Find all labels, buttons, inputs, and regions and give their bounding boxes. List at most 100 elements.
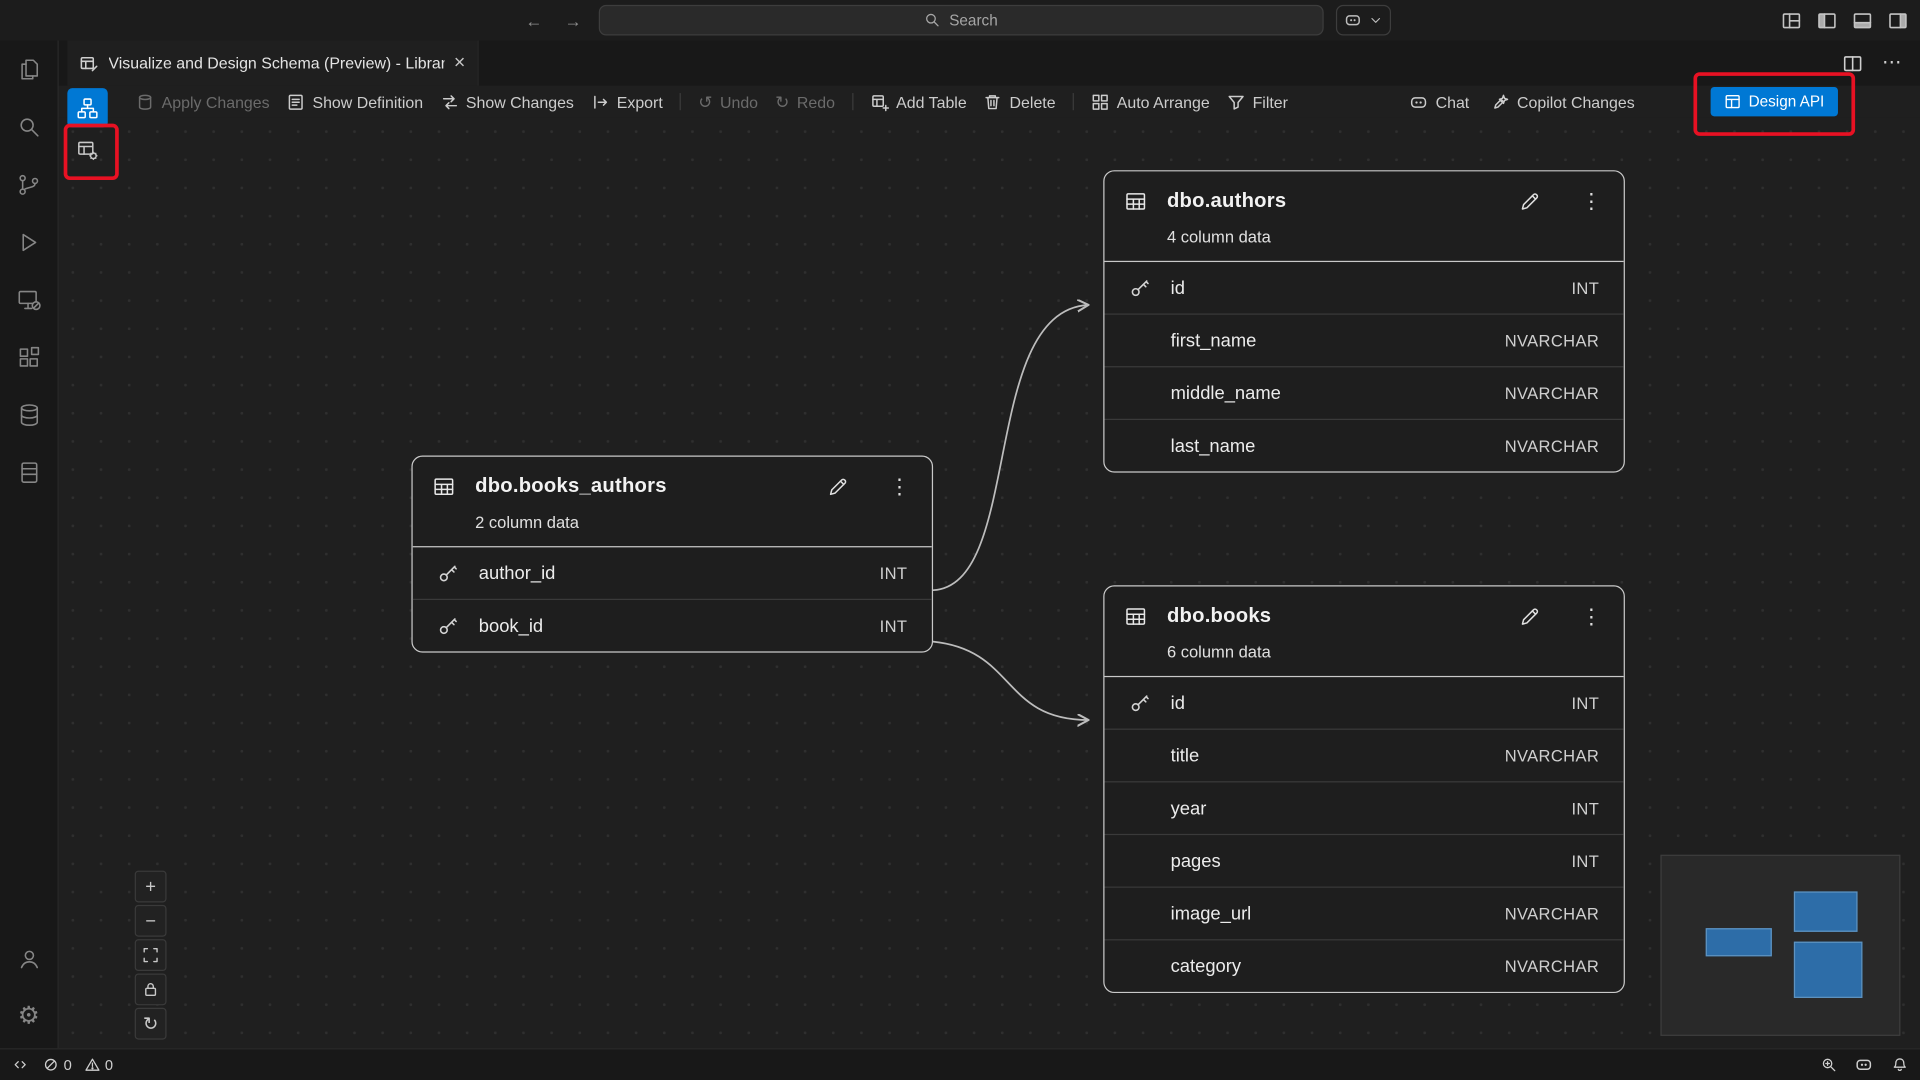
table-card-books[interactable]: dbo.books ⋮ 6 column data id INT [1103, 585, 1625, 993]
minimap-authors-rect [1794, 891, 1858, 931]
column-name: pages [1171, 850, 1221, 871]
delete-button[interactable]: Delete [975, 89, 1064, 115]
table-menu-icon[interactable]: ⋮ [1581, 191, 1602, 212]
database-apply-icon [136, 92, 154, 110]
chat-button[interactable]: Chat [1401, 89, 1477, 115]
notifications-bell-icon[interactable] [1892, 1057, 1908, 1073]
auto-arrange-icon [1091, 92, 1109, 110]
zoom-status-icon[interactable] [1821, 1057, 1837, 1073]
filter-icon [1227, 92, 1245, 110]
table-settings-button[interactable] [67, 130, 107, 169]
editor-more-actions-icon[interactable]: ⋯ [1882, 53, 1902, 73]
copilot-changes-label: Copilot Changes [1517, 92, 1635, 110]
table-row[interactable]: middle_name NVARCHAR [1104, 366, 1623, 419]
copilot-changes-button[interactable]: Copilot Changes [1483, 89, 1644, 115]
search-label: Search [949, 12, 998, 29]
show-definition-label: Show Definition [312, 92, 423, 110]
diagram-minimap[interactable] [1660, 855, 1900, 1036]
table-gear-icon [76, 138, 99, 161]
fit-view-button[interactable] [135, 939, 167, 971]
design-api-button[interactable]: Design API [1711, 87, 1838, 116]
schema-designer-icon[interactable] [14, 458, 43, 487]
apply-changes-button[interactable]: Apply Changes [127, 89, 278, 115]
schema-designer-surface: Apply Changes Show Definition Show Chang… [59, 86, 1920, 1048]
table-row[interactable]: last_name NVARCHAR [1104, 419, 1623, 472]
redo-label: Redo [797, 92, 835, 110]
toggle-sidebar-right-button[interactable] [1888, 10, 1908, 30]
remote-explorer-icon[interactable] [14, 285, 43, 314]
table-row[interactable]: id INT [1104, 677, 1623, 728]
extensions-icon[interactable] [14, 343, 43, 372]
remote-indicator-icon[interactable] [12, 1057, 28, 1073]
minus-icon: − [145, 912, 156, 930]
table-card-books-authors[interactable]: dbo.books_authors ⋮ 2 column data author… [411, 456, 933, 653]
toggle-panel-button[interactable] [1853, 10, 1873, 30]
copilot-chat-icon [1344, 11, 1362, 29]
relationship-connectors [59, 118, 1920, 1049]
show-definition-button[interactable]: Show Definition [278, 89, 431, 115]
designer-toolbar: Apply Changes Show Definition Show Chang… [59, 86, 1920, 118]
vscode-window: ← → Search [0, 0, 1920, 1080]
table-row[interactable]: author_id INT [413, 547, 932, 598]
lock-canvas-button[interactable] [135, 973, 167, 1005]
column-name: id [1171, 277, 1185, 298]
settings-gear-icon[interactable]: ⚙ [14, 1002, 43, 1031]
minimap-books-rect [1794, 942, 1863, 998]
database-icon[interactable] [14, 400, 43, 429]
copilot-status-icon[interactable] [1855, 1056, 1873, 1074]
toggle-sidebar-left-button[interactable] [1817, 10, 1837, 30]
tab-close-icon[interactable]: × [454, 53, 465, 73]
tab-schema-designer[interactable]: Visualize and Design Schema (Preview) - … [67, 40, 478, 85]
zoom-out-button[interactable]: − [135, 905, 167, 937]
sparkle-icon [1491, 92, 1509, 110]
lock-icon [142, 981, 159, 998]
toolbar-separator [1073, 93, 1074, 110]
edit-table-icon[interactable] [1518, 605, 1541, 628]
table-name: dbo.authors [1167, 190, 1286, 213]
filter-button[interactable]: Filter [1218, 89, 1296, 115]
account-icon[interactable] [14, 944, 43, 973]
toolbar-separator [852, 93, 853, 110]
column-type: NVARCHAR [1505, 384, 1599, 402]
history-forward-button[interactable]: → [560, 7, 587, 34]
table-card-authors[interactable]: dbo.authors ⋮ 4 column data id INT [1103, 170, 1625, 472]
edit-table-icon[interactable] [1518, 190, 1541, 213]
zoom-in-button[interactable]: + [135, 871, 167, 903]
table-row[interactable]: year INT [1104, 781, 1623, 834]
search-icon [925, 12, 941, 28]
column-type: NVARCHAR [1505, 437, 1599, 455]
table-row[interactable]: title NVARCHAR [1104, 729, 1623, 782]
auto-arrange-button[interactable]: Auto Arrange [1083, 89, 1219, 115]
undo-button[interactable]: ↺ Undo [690, 89, 767, 115]
search-sidebar-icon[interactable] [14, 113, 43, 142]
export-button[interactable]: Export [582, 89, 671, 115]
table-row[interactable]: image_url NVARCHAR [1104, 887, 1623, 940]
source-control-icon[interactable] [14, 170, 43, 199]
refresh-layout-button[interactable]: ↻ [135, 1008, 167, 1040]
redo-button[interactable]: ↻ Redo [767, 89, 844, 115]
command-center-search[interactable]: Search [599, 5, 1324, 36]
show-changes-button[interactable]: Show Changes [432, 89, 583, 115]
problems-indicator[interactable]: 0 0 [43, 1056, 113, 1073]
table-row[interactable]: pages INT [1104, 834, 1623, 887]
edit-table-icon[interactable] [827, 475, 850, 498]
split-editor-icon[interactable] [1843, 53, 1863, 73]
schema-visualization-button[interactable] [67, 88, 107, 127]
table-row[interactable]: book_id INT [413, 599, 932, 652]
add-table-button[interactable]: Add Table [862, 89, 975, 115]
table-menu-icon[interactable]: ⋮ [1581, 606, 1602, 627]
table-row[interactable]: id INT [1104, 262, 1623, 313]
diagram-canvas[interactable]: dbo.books_authors ⋮ 2 column data author… [59, 118, 1920, 1049]
customize-layout-button[interactable] [1782, 10, 1802, 30]
trash-icon [984, 92, 1002, 110]
redo-icon: ↻ [775, 93, 789, 110]
explorer-icon[interactable] [14, 55, 43, 84]
run-debug-icon[interactable] [14, 228, 43, 257]
history-back-button[interactable]: ← [520, 7, 547, 34]
column-type: INT [1571, 279, 1599, 297]
table-menu-icon[interactable]: ⋮ [889, 476, 910, 497]
warnings-count: 0 [105, 1056, 113, 1073]
table-row[interactable]: category NVARCHAR [1104, 939, 1623, 992]
chat-menu-button[interactable] [1336, 5, 1391, 36]
table-row[interactable]: first_name NVARCHAR [1104, 313, 1623, 366]
